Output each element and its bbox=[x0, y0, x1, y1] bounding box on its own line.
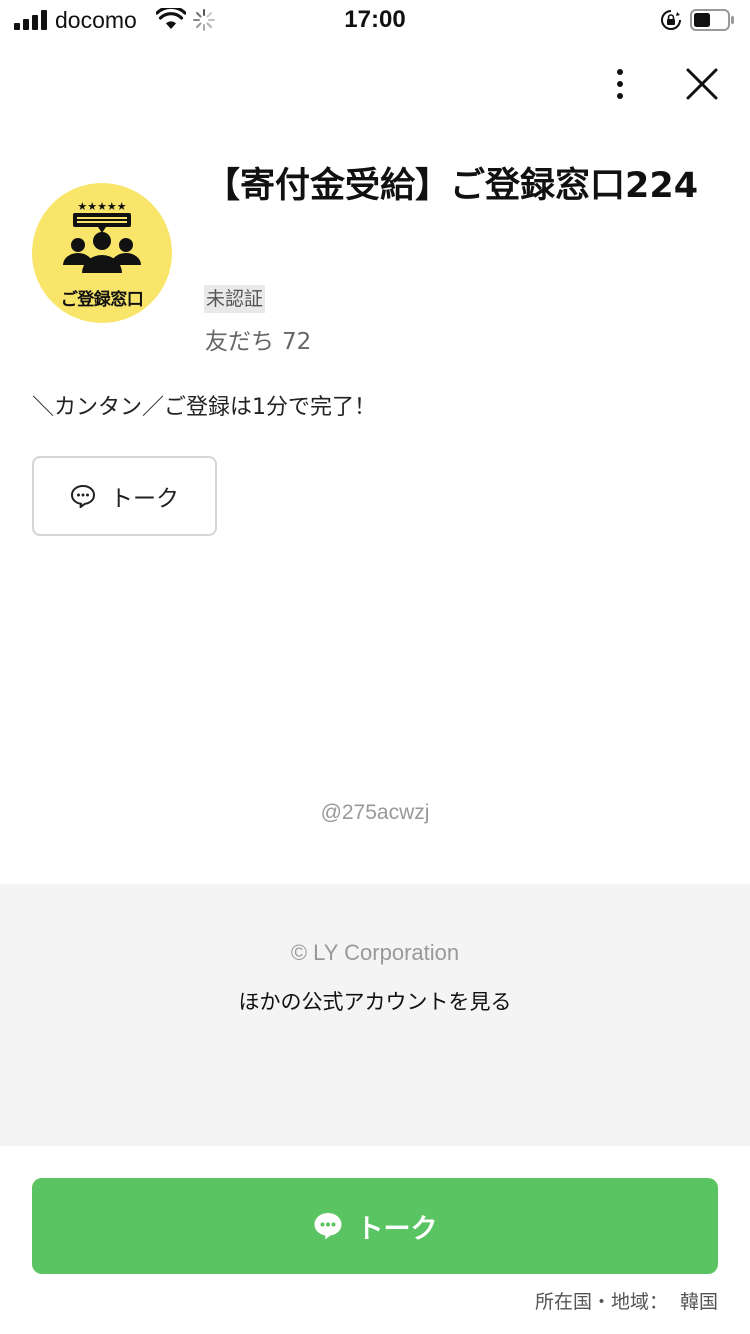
chat-bubble-icon bbox=[71, 485, 95, 508]
friends-label: 友だち bbox=[205, 329, 274, 355]
region-value: 韓国 bbox=[679, 1291, 718, 1313]
account-id: @275acwzj bbox=[320, 801, 430, 824]
talk-button[interactable]: トーク bbox=[32, 456, 217, 536]
footer-section: © LY Corporation ほかの公式アカウントを見る bbox=[0, 884, 750, 1146]
close-icon bbox=[686, 68, 718, 100]
rotation-lock-icon bbox=[661, 10, 681, 30]
other-accounts-link[interactable]: ほかの公式アカウントを見る bbox=[0, 986, 750, 1016]
status-bar: docomo 17:00 bbox=[0, 0, 750, 40]
talk-main-button-label: トーク bbox=[356, 1213, 438, 1245]
region-label: 所在国・地域： bbox=[534, 1291, 668, 1313]
friends-count: 友だち 72 bbox=[205, 322, 311, 356]
friends-number: 72 bbox=[282, 329, 312, 355]
verification-badge: 未認証 bbox=[204, 285, 266, 313]
region-info: 所在国・地域： 韓国 bbox=[535, 1287, 718, 1314]
close-button[interactable] bbox=[680, 64, 724, 104]
account-description: ＼カンタン／ご登録は1分で完了！ bbox=[32, 395, 376, 420]
talk-button-label: トーク bbox=[110, 486, 179, 512]
copyright-text: © LY Corporation bbox=[290, 940, 460, 965]
talk-main-button[interactable]: トーク bbox=[32, 1178, 718, 1274]
battery-icon bbox=[690, 9, 734, 31]
account-avatar[interactable]: ★★★★★ ご登録窓口 bbox=[32, 183, 172, 323]
status-time: 17:00 bbox=[344, 6, 406, 33]
more-vertical-icon bbox=[617, 69, 623, 99]
avatar-label: ご登録窓口 bbox=[60, 290, 144, 310]
account-name: 【寄付金受給】ご登録窓口224 bbox=[205, 166, 699, 206]
more-options-button[interactable] bbox=[602, 64, 638, 104]
chat-bubble-icon bbox=[314, 1213, 341, 1240]
svg-text:★★★★★: ★★★★★ bbox=[77, 200, 126, 213]
